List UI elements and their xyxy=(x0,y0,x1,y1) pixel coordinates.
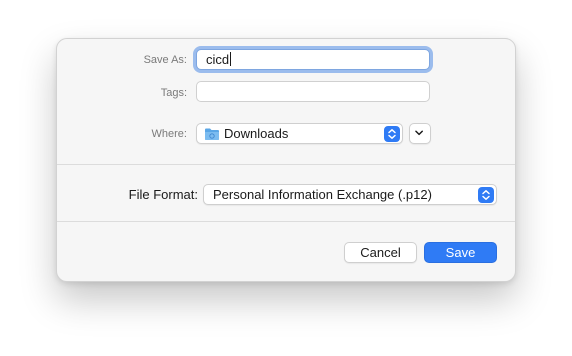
folder-icon xyxy=(205,128,219,140)
file-format-label: File Format: xyxy=(128,187,198,202)
where-label: Where: xyxy=(151,128,187,140)
save-button[interactable]: Save xyxy=(424,242,497,263)
save-as-label: Save As: xyxy=(143,54,187,66)
tags-field[interactable] xyxy=(196,81,430,102)
where-stepper-icon xyxy=(384,126,400,142)
chevron-down-icon xyxy=(415,130,423,136)
section-divider-top xyxy=(57,164,515,165)
where-selected-label: Downloads xyxy=(224,126,289,141)
file-format-stepper-icon xyxy=(478,187,494,203)
where-popup[interactable]: Downloads xyxy=(196,123,403,144)
screen-backdrop: Save As: cicd Tags: Where: Downloads Fil… xyxy=(0,0,572,356)
file-format-popup[interactable]: Personal Information Exchange (.p12) xyxy=(203,184,497,205)
file-format-selected-label: Personal Information Exchange (.p12) xyxy=(213,187,432,202)
expand-button[interactable] xyxy=(409,123,431,144)
save-dialog: Save As: cicd Tags: Where: Downloads Fil… xyxy=(56,38,516,282)
tags-label: Tags: xyxy=(160,87,187,99)
save-as-field[interactable]: cicd xyxy=(196,49,430,70)
text-caret xyxy=(230,52,232,66)
cancel-button[interactable]: Cancel xyxy=(344,242,417,263)
section-divider-bottom xyxy=(57,221,515,222)
save-as-value: cicd xyxy=(206,52,230,67)
